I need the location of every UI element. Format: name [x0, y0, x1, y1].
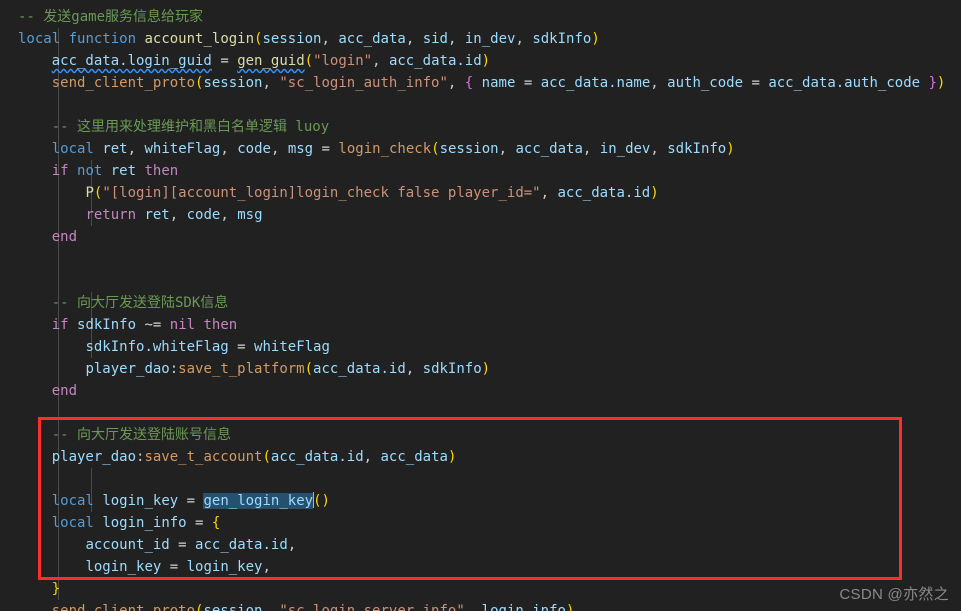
- code-line[interactable]: [0, 468, 961, 490]
- code-line[interactable]: return ret, code, msg: [0, 204, 961, 226]
- code-line[interactable]: local ret, whiteFlag, code, msg = login_…: [0, 138, 961, 160]
- code-line[interactable]: player_dao:save_t_account(acc_data.id, a…: [0, 446, 961, 468]
- code-line[interactable]: sdkInfo.whiteFlag = whiteFlag: [0, 336, 961, 358]
- code-line[interactable]: [0, 270, 961, 292]
- code-line[interactable]: [0, 402, 961, 424]
- code-line[interactable]: local login_key = gen_login_key(): [0, 490, 961, 512]
- code-line[interactable]: }: [0, 578, 961, 600]
- code-line[interactable]: -- 向大厅发送登陆SDK信息: [0, 292, 961, 314]
- code-line[interactable]: [0, 248, 961, 270]
- selected-text[interactable]: gen_login_key: [203, 493, 314, 509]
- code-line[interactable]: end: [0, 226, 961, 248]
- code-line[interactable]: [0, 94, 961, 116]
- code-line[interactable]: account_id = acc_data.id,: [0, 534, 961, 556]
- code-line[interactable]: acc_data.login_guid = gen_guid("login", …: [0, 50, 961, 72]
- code-line[interactable]: P("[login][account_login]login_check fal…: [0, 182, 961, 204]
- code-line[interactable]: -- 向大厅发送登陆账号信息: [0, 424, 961, 446]
- code-line[interactable]: -- 发送game服务信息给玩家: [0, 6, 961, 28]
- code-line[interactable]: local function account_login(session, ac…: [0, 28, 961, 50]
- code-line[interactable]: login_key = login_key,: [0, 556, 961, 578]
- code-line[interactable]: if sdkInfo ~= nil then: [0, 314, 961, 336]
- code-lines[interactable]: -- 发送game服务信息给玩家 local function account_…: [0, 6, 961, 611]
- code-line[interactable]: end: [0, 380, 961, 402]
- code-line[interactable]: send_client_proto(session, "sc_login_ser…: [0, 600, 961, 611]
- code-line[interactable]: send_client_proto(session, "sc_login_aut…: [0, 72, 961, 94]
- code-line[interactable]: if not ret then: [0, 160, 961, 182]
- code-line[interactable]: -- 这里用来处理维护和黑白名单逻辑 luoy: [0, 116, 961, 138]
- watermark: CSDN @亦然之: [839, 586, 949, 603]
- code-line[interactable]: player_dao:save_t_platform(acc_data.id, …: [0, 358, 961, 380]
- code-editor[interactable]: -- 发送game服务信息给玩家 local function account_…: [0, 0, 961, 611]
- code-line[interactable]: local login_info = {: [0, 512, 961, 534]
